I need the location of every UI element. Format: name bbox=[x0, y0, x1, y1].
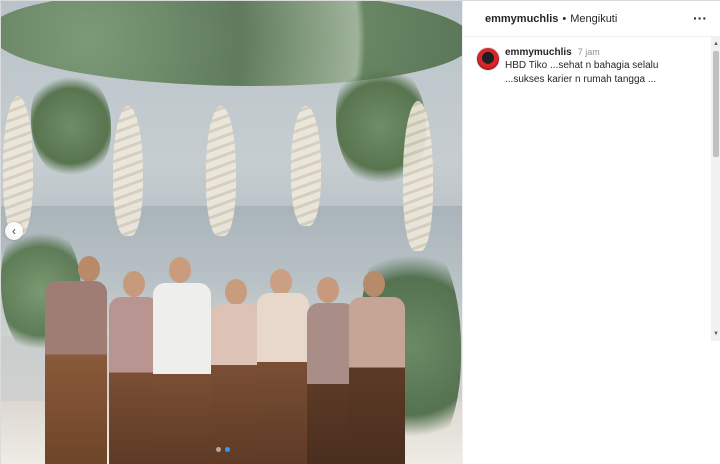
person-head bbox=[169, 257, 191, 283]
carousel-dot-active bbox=[225, 447, 230, 452]
scroll-down-icon[interactable]: ▼ bbox=[711, 329, 720, 339]
person bbox=[109, 297, 159, 464]
more-options-icon[interactable]: ··· bbox=[693, 10, 707, 26]
chevron-left-icon: ‹ bbox=[12, 224, 16, 238]
post-details-panel: emmymuchlis • Mengikuti ··· emmymuchlis … bbox=[462, 1, 720, 464]
post-photo[interactable]: ‹ bbox=[1, 1, 462, 464]
follow-status-button[interactable]: Mengikuti bbox=[570, 13, 617, 25]
person bbox=[153, 283, 211, 464]
comment-text: HBD Tiko ...sehat n bahagia selalu ...su… bbox=[505, 60, 659, 85]
post-header: emmymuchlis • Mengikuti ··· bbox=[463, 1, 720, 37]
comments-scrollbar[interactable]: ▲ ▼ bbox=[711, 37, 720, 341]
floral-cluster-left bbox=[31, 71, 111, 181]
person bbox=[349, 297, 405, 464]
person-head bbox=[317, 277, 339, 303]
caption-comment: emmymuchlis 7 jam HBD Tiko ...sehat n ba… bbox=[463, 37, 720, 87]
carousel-indicator bbox=[216, 447, 230, 452]
person-head bbox=[270, 269, 292, 295]
header-username-link[interactable]: emmymuchlis bbox=[485, 13, 558, 25]
carousel-prev-button[interactable]: ‹ bbox=[5, 222, 23, 240]
decor-frond bbox=[403, 101, 433, 251]
instagram-post-modal: ‹ emmymuchlis • Mengikuti ··· emmymuchli… bbox=[0, 0, 720, 464]
person bbox=[307, 303, 355, 464]
header-separator: • bbox=[562, 12, 567, 25]
scrollbar-thumb[interactable] bbox=[713, 51, 719, 157]
carousel-dot bbox=[216, 447, 221, 452]
decor-frond bbox=[206, 106, 236, 236]
person bbox=[45, 281, 107, 464]
person-head bbox=[363, 271, 385, 297]
decor-frond bbox=[3, 96, 33, 236]
comment-username-link[interactable]: emmymuchlis bbox=[505, 47, 572, 58]
person bbox=[211, 304, 261, 464]
person-head bbox=[225, 279, 247, 305]
avatar[interactable] bbox=[476, 47, 500, 71]
person bbox=[257, 293, 309, 464]
scroll-up-icon[interactable]: ▲ bbox=[711, 39, 720, 49]
comment-timestamp[interactable]: 7 jam bbox=[578, 47, 600, 57]
person-head bbox=[123, 271, 145, 297]
person-head bbox=[78, 256, 100, 282]
decor-frond bbox=[291, 106, 321, 226]
decor-frond bbox=[113, 106, 143, 236]
